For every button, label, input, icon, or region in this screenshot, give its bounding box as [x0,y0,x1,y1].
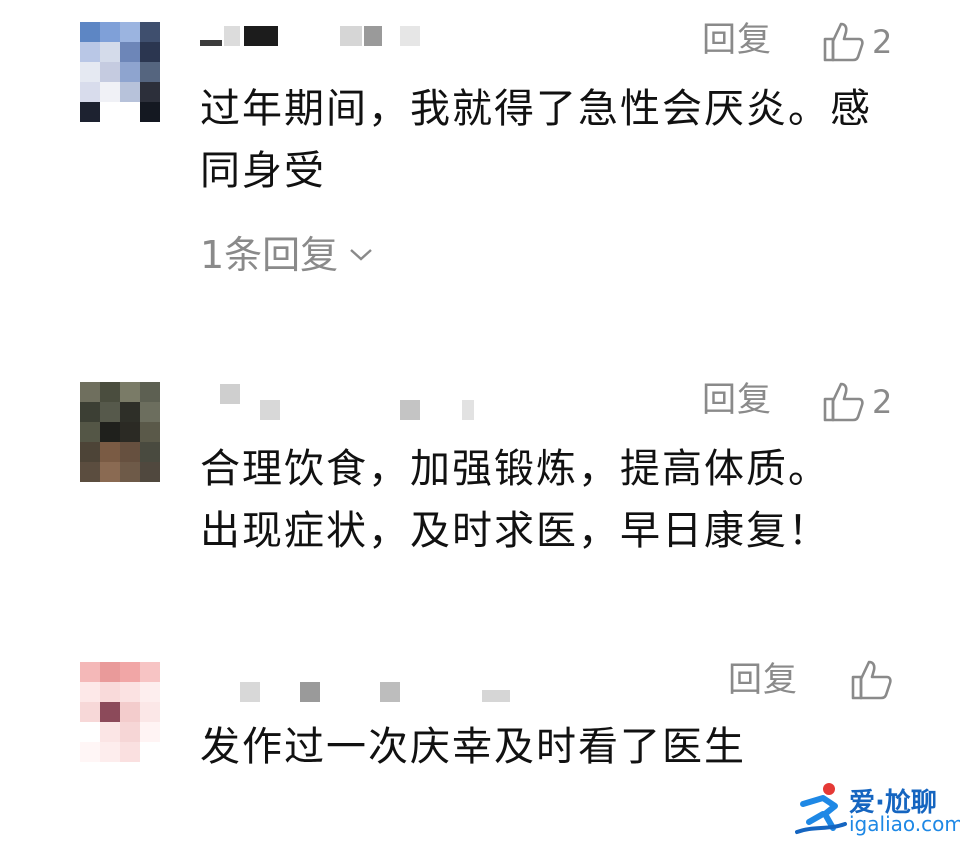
comment-text: 发作过一次庆幸及时看了医生 [200,724,746,770]
avatar-pixel [80,382,100,402]
avatar-pixel [80,422,100,442]
avatar-pixel [140,382,160,402]
runner-logo-icon [795,783,847,834]
replies-count-label: 1条回复 [200,233,339,277]
avatar-pixel [80,22,100,42]
avatar-pixel [100,462,120,482]
avatar-pixel [80,62,100,82]
like-count: 2 [872,383,893,421]
like-button[interactable]: 2 [822,380,892,424]
avatar-pixel [100,62,120,82]
avatar-pixel [120,382,140,402]
avatar-pixel [100,682,120,702]
view-replies-link[interactable]: 1条回复 [200,232,374,278]
site-watermark: 爱·尬聊 igaliao.com [795,780,960,840]
avatar-pixel [100,402,120,422]
avatar-pixel [140,42,160,62]
avatar-pixel [120,22,140,42]
like-button[interactable] [850,658,894,702]
username-blurred[interactable] [200,384,480,420]
avatar-pixel [140,402,160,422]
avatar-pixel [120,422,140,442]
thumbs-up-icon [823,22,864,62]
avatar-pixel [140,742,160,762]
avatar-pixel [120,662,140,682]
avatar-pixel [80,462,100,482]
avatar-pixel [140,82,160,102]
avatar-pixel [80,682,100,702]
avatar-pixel [140,102,160,122]
avatar-pixel [80,742,100,762]
avatar-pixel [120,402,140,422]
reply-button[interactable]: 回复 [728,660,798,700]
avatar-pixel [120,682,140,702]
like-button[interactable]: 2 [822,20,892,64]
avatar-pixel [120,82,140,102]
comment-item: 回复 2 合理饮食，加强锻炼，提高体质。 出现症状，及时求医，早日康复！ [0,360,960,610]
chevron-down-icon [350,249,372,261]
avatar-pixel [140,462,160,482]
avatar[interactable] [80,662,160,762]
avatar-pixel [80,402,100,422]
avatar-pixel [120,102,140,122]
comment-item: 回复 发作过一次庆幸及时看了医生 [0,640,960,780]
avatar-pixel [100,82,120,102]
avatar-pixel [80,702,100,722]
avatar-pixel [100,382,120,402]
avatar-pixel [120,742,140,762]
avatar-pixel [100,422,120,442]
reply-button[interactable]: 回复 [702,20,772,60]
comment-text: 过年期间，我就得了急性会厌炎。感 同身受 [200,86,872,194]
avatar-pixel [140,422,160,442]
avatar-pixel [80,82,100,102]
username-blurred[interactable] [200,682,520,702]
avatar-pixel [80,102,100,122]
avatar-pixel [140,682,160,702]
username-blurred[interactable] [200,26,430,46]
avatar-pixel [100,442,120,462]
like-count: 2 [872,23,893,61]
avatar-pixel [100,702,120,722]
avatar-pixel [140,722,160,742]
avatar-pixel [80,442,100,462]
avatar-pixel [120,42,140,62]
avatar-pixel [80,722,100,742]
avatar-pixel [140,662,160,682]
avatar[interactable] [80,382,160,482]
avatar-pixel [120,702,140,722]
avatar-pixel [80,42,100,62]
avatar-pixel [140,442,160,462]
avatar-pixel [80,662,100,682]
thumbs-up-icon [823,382,864,422]
thumbs-up-icon [851,660,892,700]
watermark-url: igaliao.com [849,812,960,836]
avatar-pixel [100,42,120,62]
avatar-pixel [120,722,140,742]
avatar-pixel [120,62,140,82]
comment-item: 回复 2 过年期间，我就得了急性会厌炎。感 同身受 1条回复 [0,0,960,310]
avatar-pixel [100,662,120,682]
avatar-pixel [100,742,120,762]
reply-button[interactable]: 回复 [702,380,772,420]
comment-text: 合理饮食，加强锻炼，提高体质。 出现症状，及时求医，早日康复！ [200,446,830,554]
avatar-pixel [140,62,160,82]
avatar-pixel [100,102,120,122]
avatar-pixel [120,442,140,462]
avatar-pixel [120,462,140,482]
avatar[interactable] [80,22,160,122]
avatar-pixel [140,702,160,722]
avatar-pixel [100,722,120,742]
avatar-pixel [100,22,120,42]
avatar-pixel [140,22,160,42]
